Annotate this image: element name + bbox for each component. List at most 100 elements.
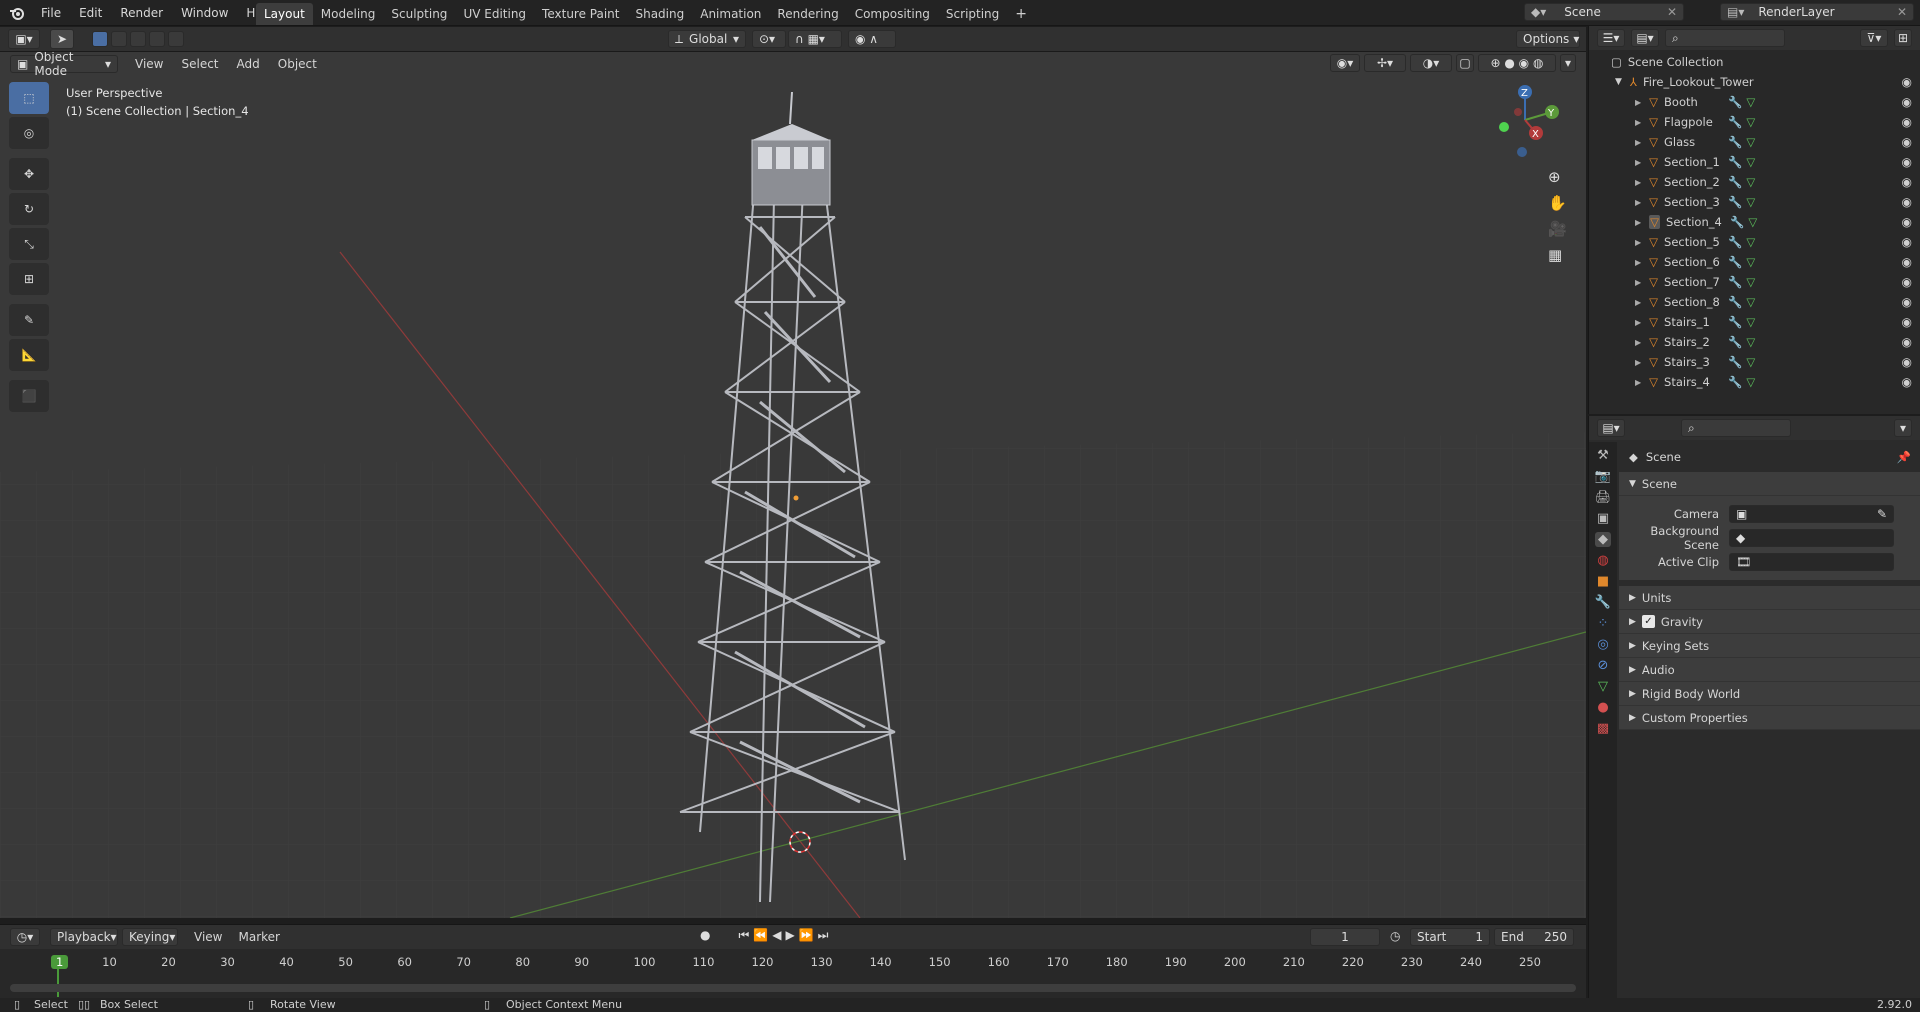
filter-icon[interactable]: ⊽▾ [1860, 29, 1888, 47]
current-frame-field[interactable]: 1 [1310, 928, 1380, 946]
physics-tab-icon[interactable]: ◎ [1597, 637, 1608, 652]
options-dropdown[interactable]: Options ▾ [1516, 30, 1580, 48]
modifier-wrench-icon[interactable]: 🔧 [1728, 355, 1742, 369]
menu-render[interactable]: Render [111, 6, 172, 20]
outliner-object-row[interactable]: ▶ ▽ Flagpole 🔧 ▽ ◉ [1589, 112, 1920, 132]
mode-intersect-icon[interactable] [168, 31, 184, 47]
chevron-right-icon[interactable]: ▶ [1635, 178, 1641, 187]
mesh-data-icon[interactable]: ▽ [1746, 255, 1755, 269]
prev-keyframe-icon[interactable]: ⏪ [753, 928, 768, 943]
eye-icon[interactable]: ◉ [1902, 115, 1912, 129]
mesh-data-icon[interactable]: ▽ [1746, 275, 1755, 289]
eye-icon[interactable]: ◉ [1902, 235, 1912, 249]
data-tab-icon[interactable]: ▽ [1598, 679, 1608, 694]
modifier-tab-icon[interactable]: 🔧 [1595, 595, 1611, 610]
scale-tool-icon[interactable]: ⤡ [9, 228, 49, 260]
modifier-wrench-icon[interactable]: 🔧 [1728, 135, 1742, 149]
select-box-tool-icon[interactable]: ⬚ [9, 82, 49, 114]
material-tab-icon[interactable]: ● [1597, 700, 1608, 715]
eye-icon[interactable]: ◉ [1902, 315, 1912, 329]
chevron-right-icon[interactable]: ▶ [1635, 278, 1641, 287]
mode-new-icon[interactable] [92, 31, 108, 47]
3d-viewport[interactable]: ▣ Object Mode ▾ View Select Add Object ◉… [0, 52, 1586, 918]
object-mode-dropdown[interactable]: ▣ Object Mode ▾ [10, 52, 118, 78]
eye-icon[interactable]: ◉ [1902, 75, 1912, 89]
texture-tab-icon[interactable]: ▩ [1597, 721, 1609, 736]
timeline-menu-view[interactable]: View [186, 930, 230, 944]
chevron-right-icon[interactable]: ▶ [1635, 358, 1641, 367]
scene-panel-header[interactable]: ▼ Scene [1619, 472, 1920, 496]
mesh-data-icon[interactable]: ▽ [1746, 315, 1755, 329]
pivot-dropdown[interactable]: ⊙▾ [752, 30, 786, 48]
jump-end-icon[interactable]: ⏭ [818, 928, 829, 943]
world-tab-icon[interactable]: ◍ [1597, 553, 1608, 568]
end-frame-field[interactable]: End 250 [1494, 928, 1574, 946]
camera-icon[interactable]: 🎥 [1548, 220, 1567, 238]
tab-sculpting[interactable]: Sculpting [383, 3, 455, 25]
outliner-object-row[interactable]: ▶ ▽ Section_5 🔧 ▽ ◉ [1589, 232, 1920, 252]
gizmo-toggle-icon[interactable]: ✢▾ [1364, 54, 1406, 72]
chevron-right-icon[interactable]: ▶ [1635, 318, 1641, 327]
timeline-menu-marker[interactable]: Marker [230, 930, 287, 944]
cursor-tool-icon[interactable]: ◎ [9, 117, 49, 149]
collection-row[interactable]: ▼ ⅄ Fire_Lookout_Tower ◉ [1589, 72, 1920, 92]
modifier-wrench-icon[interactable]: 🔧 [1728, 115, 1742, 129]
particles-tab-icon[interactable]: ⁘ [1598, 616, 1609, 631]
jump-start-icon[interactable]: ⏮ [738, 928, 749, 943]
background-scene-field[interactable]: ◆ [1729, 529, 1894, 547]
next-keyframe-icon[interactable]: ⏩ [799, 928, 814, 943]
mesh-data-icon[interactable]: ▽ [1746, 175, 1755, 189]
eyedropper-icon[interactable]: ✎ [1877, 507, 1887, 521]
modifier-wrench-icon[interactable]: 🔧 [1728, 255, 1742, 269]
select-tool-button[interactable]: ➤ [50, 29, 74, 49]
close-icon[interactable]: ✕ [1897, 5, 1907, 19]
viewport-menu-select[interactable]: Select [172, 57, 227, 71]
eye-icon[interactable]: ◉ [1902, 135, 1912, 149]
modifier-wrench-icon[interactable]: 🔧 [1728, 375, 1742, 389]
chevron-right-icon[interactable]: ▶ [1635, 198, 1641, 207]
subpanel-custom-properties[interactable]: ▶ Custom Properties [1619, 706, 1920, 730]
subpanel-keying-sets[interactable]: ▶ Keying Sets [1619, 634, 1920, 658]
editor-type-button[interactable]: ▣▾ [8, 29, 40, 49]
pin-icon[interactable]: 📌 [1897, 450, 1911, 464]
mesh-data-icon[interactable]: ▽ [1746, 355, 1755, 369]
xray-icon[interactable]: ▢ [1456, 54, 1474, 72]
outliner-object-row[interactable]: ▶ ▽ Section_6 🔧 ▽ ◉ [1589, 252, 1920, 272]
chevron-right-icon[interactable]: ▶ [1635, 338, 1641, 347]
outliner-search-input[interactable]: ⌕ [1665, 29, 1785, 47]
tab-scripting[interactable]: Scripting [938, 3, 1007, 25]
timeline-scrollbar[interactable] [10, 984, 1576, 992]
chevron-right-icon[interactable]: ▶ [1635, 158, 1641, 167]
record-icon[interactable]: ● [700, 928, 710, 943]
modifier-wrench-icon[interactable]: 🔧 [1728, 295, 1742, 309]
new-collection-icon[interactable]: ⊞ [1894, 29, 1912, 47]
chevron-right-icon[interactable]: ▶ [1635, 238, 1641, 247]
scene-selector[interactable]: ◆▾ Scene ✕ [1524, 3, 1684, 21]
viewport-menu-add[interactable]: Add [228, 57, 269, 71]
tab-rendering[interactable]: Rendering [769, 3, 846, 25]
play-icon[interactable]: ▶ [785, 928, 794, 943]
transform-tool-icon[interactable]: ⊞ [9, 263, 49, 295]
render-tab-icon[interactable]: 📷 [1595, 469, 1611, 484]
chevron-right-icon[interactable]: ▶ [1635, 378, 1641, 387]
editor-type-icon[interactable]: ▤▾ [1597, 419, 1625, 437]
mesh-data-icon[interactable]: ▽ [1746, 195, 1755, 209]
eye-icon[interactable]: ◉ [1902, 295, 1912, 309]
eye-icon[interactable]: ◉ [1902, 375, 1912, 389]
outliner-object-row[interactable]: ▶ ▽ Stairs_2 🔧 ▽ ◉ [1589, 332, 1920, 352]
outliner-object-row[interactable]: ▶ ▽ Section_1 🔧 ▽ ◉ [1589, 152, 1920, 172]
menu-edit[interactable]: Edit [70, 6, 111, 20]
chevron-down-icon[interactable]: ▾ [1894, 419, 1912, 437]
add-cube-tool-icon[interactable]: ⬛ [9, 380, 49, 412]
keying-dropdown[interactable]: Keying ▾ [122, 928, 178, 946]
eye-icon[interactable]: ◉ [1902, 275, 1912, 289]
menu-file[interactable]: File [32, 6, 70, 20]
mesh-data-icon[interactable]: ▽ [1748, 215, 1757, 229]
modifier-wrench-icon[interactable]: 🔧 [1730, 215, 1744, 229]
modifier-wrench-icon[interactable]: 🔧 [1728, 235, 1742, 249]
mesh-data-icon[interactable]: ▽ [1746, 335, 1755, 349]
outliner-object-row[interactable]: ▶ ▽ Stairs_3 🔧 ▽ ◉ [1589, 352, 1920, 372]
shading-modes-icon[interactable]: ⊕ ● ◉ ◍ [1478, 54, 1556, 72]
tab-layout[interactable]: Layout [256, 3, 313, 25]
camera-field[interactable]: ▣ ✎ [1729, 505, 1894, 523]
